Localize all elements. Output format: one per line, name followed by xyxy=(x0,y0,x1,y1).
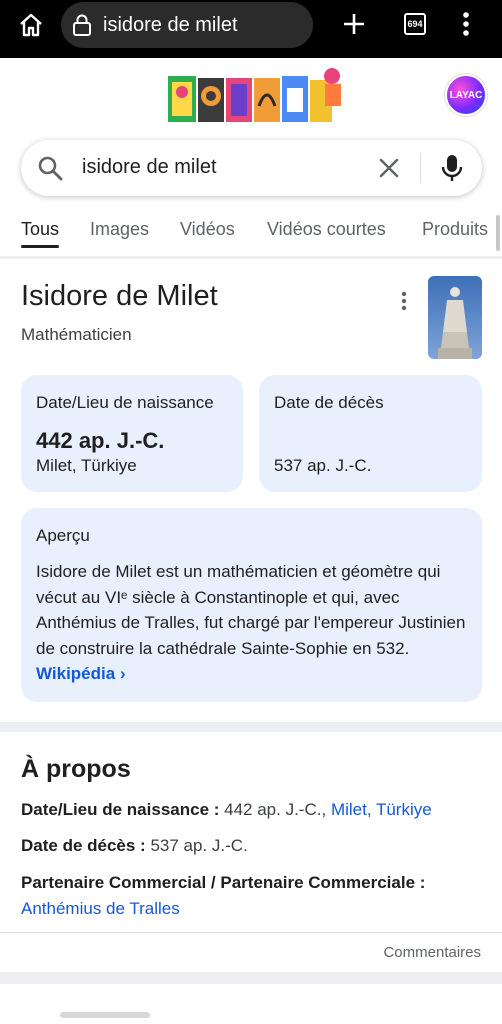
chevron-right-icon: › xyxy=(119,664,126,683)
kebab-menu-icon[interactable] xyxy=(456,10,476,38)
divider-line xyxy=(0,932,502,933)
birth-card-value: 442 ap. J.-C. xyxy=(36,428,165,453)
about-partner-row: Partenaire Commercial / Partenaire Comme… xyxy=(21,870,481,922)
next-result-peek xyxy=(0,1011,502,1024)
lock-icon xyxy=(73,14,91,36)
overview-description: Isidore de Milet est un mathématicien et… xyxy=(36,562,466,658)
about-death-value: 537 ap. J.-C. xyxy=(150,836,248,855)
entity-statue-image[interactable] xyxy=(428,276,482,359)
birth-card-label: Date/Lieu de naissance xyxy=(36,393,214,412)
about-partner-link[interactable]: Anthémius de Tralles xyxy=(21,899,180,918)
about-heading: À propos xyxy=(21,755,131,783)
tab-tous[interactable]: Tous xyxy=(21,219,59,240)
death-card-value: 537 ap. J.-C. xyxy=(274,456,372,475)
tab-produits[interactable]: Produits xyxy=(422,219,488,240)
tab-videos[interactable]: Vidéos xyxy=(180,219,235,240)
overview-card: Aperçu Isidore de Milet est un mathémati… xyxy=(21,508,482,702)
overview-label: Aperçu xyxy=(36,526,90,545)
death-card-label: Date de décès xyxy=(274,393,384,412)
tab-videos-courtes[interactable]: Vidéos courtes xyxy=(267,219,386,240)
clear-icon[interactable] xyxy=(377,156,401,180)
wikipedia-link[interactable]: Wikipédia › xyxy=(36,664,126,683)
about-partner-key: Partenaire Commercial / Partenaire Comme… xyxy=(21,873,426,892)
about-death-key: Date de décès : xyxy=(21,836,146,855)
account-avatar[interactable]: LAYAC xyxy=(445,74,487,116)
about-birth-value: 442 ap. J.-C., xyxy=(224,800,327,819)
about-birth-key: Date/Lieu de naissance : xyxy=(21,800,220,819)
birth-card-place: Milet, Türkiye xyxy=(36,456,137,475)
search-box[interactable]: isidore de milet xyxy=(21,140,482,196)
section-separator-thick xyxy=(0,722,502,732)
about-birth-row: Date/Lieu de naissance : 442 ap. J.-C., … xyxy=(21,797,481,823)
about-death-row: Date de décès : 537 ap. J.-C. xyxy=(21,833,481,859)
death-card[interactable]: Date de décès 537 ap. J.-C. xyxy=(259,375,482,492)
more-options-icon[interactable] xyxy=(396,291,412,311)
browser-toolbar: isidore de milet 694 xyxy=(0,0,502,58)
tabs-scrollbar[interactable] xyxy=(496,215,500,251)
entity-subtitle: Mathématicien xyxy=(21,325,132,344)
next-result-text-stub xyxy=(60,1012,150,1018)
active-tab-indicator xyxy=(21,245,59,248)
section-separator xyxy=(0,256,502,259)
address-bar[interactable]: isidore de milet xyxy=(61,2,313,48)
microphone-icon[interactable] xyxy=(439,153,465,183)
birth-card[interactable]: Date/Lieu de naissance 442 ap. J.-C. Mil… xyxy=(21,375,243,492)
new-tab-plus-icon[interactable] xyxy=(340,10,368,38)
google-doodle-logo[interactable] xyxy=(167,66,347,126)
tab-images[interactable]: Images xyxy=(90,219,149,240)
feedback-link[interactable]: Commentaires xyxy=(383,944,481,961)
entity-title: Isidore de Milet xyxy=(21,280,218,312)
search-icon xyxy=(38,156,63,181)
search-filter-tabs: Tous Images Vidéos Vidéos courtes Produi… xyxy=(0,215,502,255)
tab-switcher-button[interactable]: 694 xyxy=(404,13,426,35)
about-birth-place-link[interactable]: Milet, Türkiye xyxy=(331,800,432,819)
wikipedia-link-label[interactable]: Wikipédia xyxy=(36,664,115,683)
section-separator-thick xyxy=(0,972,502,984)
search-divider xyxy=(420,153,421,183)
search-input[interactable]: isidore de milet xyxy=(82,156,217,179)
overview-text-block: Isidore de Milet est un mathématicien et… xyxy=(36,559,476,687)
address-bar-text[interactable]: isidore de milet xyxy=(103,14,238,37)
home-icon[interactable] xyxy=(17,11,45,39)
